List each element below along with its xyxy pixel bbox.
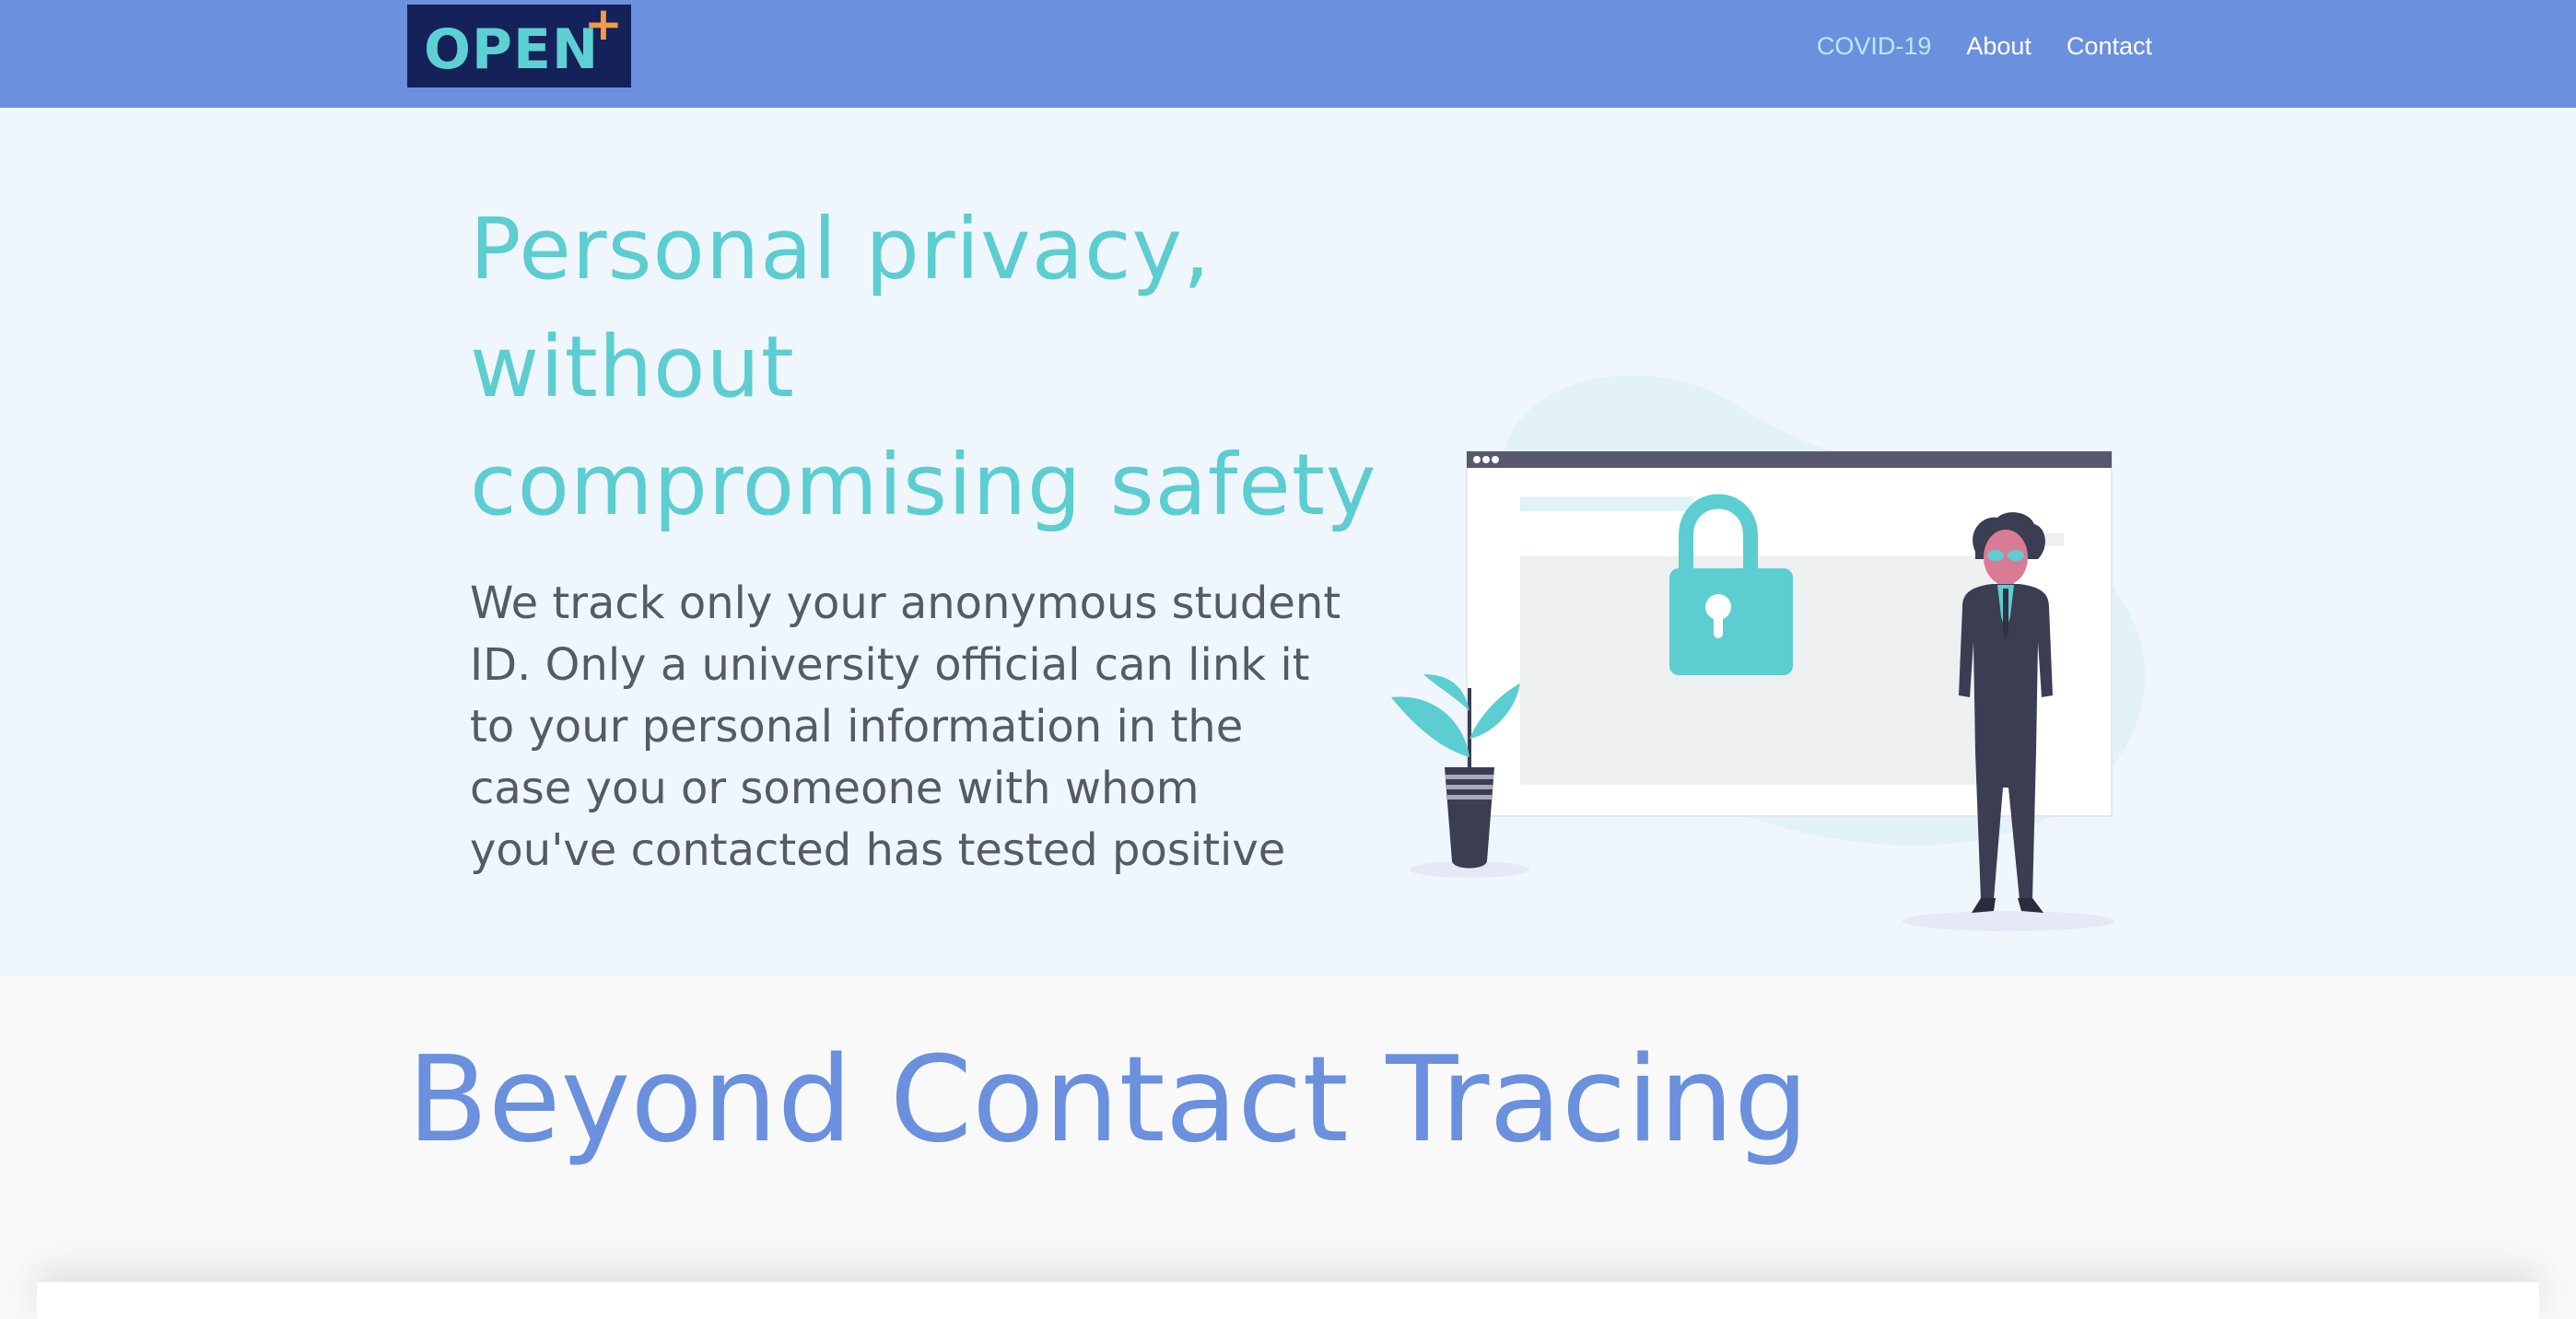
top-navbar: OPEN + COVID-19 About Contact bbox=[0, 0, 2576, 108]
hero-description: We track only your anonymous student ID.… bbox=[470, 578, 1341, 876]
hero-title-line-2: without bbox=[470, 318, 795, 416]
content-card-edge bbox=[37, 1282, 2539, 1319]
logo-plus-icon: + bbox=[584, 0, 623, 51]
nav-link-covid-19[interactable]: COVID-19 bbox=[1817, 28, 1932, 64]
logo-text: OPEN bbox=[424, 18, 600, 82]
hero-section: Personal privacy, without compromising s… bbox=[0, 108, 2576, 976]
privacy-illustration bbox=[1391, 375, 2146, 931]
nav-links: COVID-19 About Contact bbox=[1817, 28, 2152, 64]
hero-title-line-1: Personal privacy, bbox=[470, 200, 1212, 298]
section-title: Beyond Contact Tracing bbox=[407, 1032, 1809, 1169]
site-logo[interactable]: OPEN + bbox=[407, 1, 631, 88]
nav-link-contact[interactable]: Contact bbox=[2067, 28, 2152, 64]
nav-link-about[interactable]: About bbox=[1966, 28, 2032, 64]
hero-title: Personal privacy, without compromising s… bbox=[470, 191, 1400, 544]
hero-title-line-3: compromising safety bbox=[470, 436, 1377, 534]
